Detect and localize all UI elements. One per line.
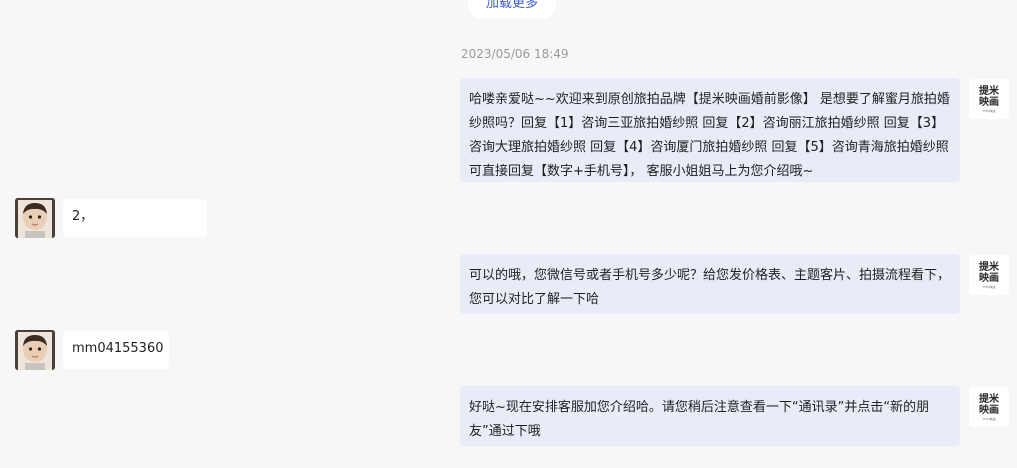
- brand-logo-avatar[interactable]: 提米 映画 TIMI映画: [969, 79, 1009, 119]
- logo-subtext: TIMI映画: [982, 108, 996, 113]
- message-timestamp: 2023/05/06 18:49: [461, 47, 569, 61]
- user-avatar[interactable]: [15, 330, 55, 370]
- child-photo-icon: [15, 198, 55, 238]
- logo-text-bottom: 映画: [979, 272, 999, 284]
- logo-text-bottom: 映画: [979, 96, 999, 108]
- logo-subtext: TIMI映画: [982, 416, 996, 421]
- user-avatar[interactable]: [15, 198, 55, 238]
- brand-logo-avatar[interactable]: 提米 映画 TIMI映画: [969, 255, 1009, 295]
- logo-text-bottom: 映画: [979, 404, 999, 416]
- load-more-button[interactable]: 加载更多: [468, 0, 556, 19]
- message-bubble-outgoing: 哈喽亲爱哒~~欢迎来到原创旅拍品牌【提米映画婚前影像】 是想要了解蜜月旅拍婚纱照…: [460, 78, 960, 182]
- message-bubble-incoming: mm04155360: [63, 331, 169, 369]
- message-bubble-outgoing: 好哒~现在安排客服加您介绍哈。请您稍后注意查看一下“通讯录”并点击“新的朋友”通…: [460, 386, 960, 446]
- message-bubble-outgoing: 可以的哦，您微信号或者手机号多少呢？给您发价格表、主题客片、拍摄流程看下，您可以…: [460, 254, 960, 314]
- logo-subtext: TIMI映画: [982, 284, 996, 289]
- message-bubble-incoming: 2，3+17816115857: [63, 199, 207, 237]
- logo-text-top: 提米: [979, 393, 999, 405]
- logo-text-top: 提米: [979, 261, 999, 273]
- brand-logo-avatar[interactable]: 提米 映画 TIMI映画: [969, 387, 1009, 427]
- logo-text-top: 提米: [979, 85, 999, 97]
- child-photo-icon: [15, 330, 55, 370]
